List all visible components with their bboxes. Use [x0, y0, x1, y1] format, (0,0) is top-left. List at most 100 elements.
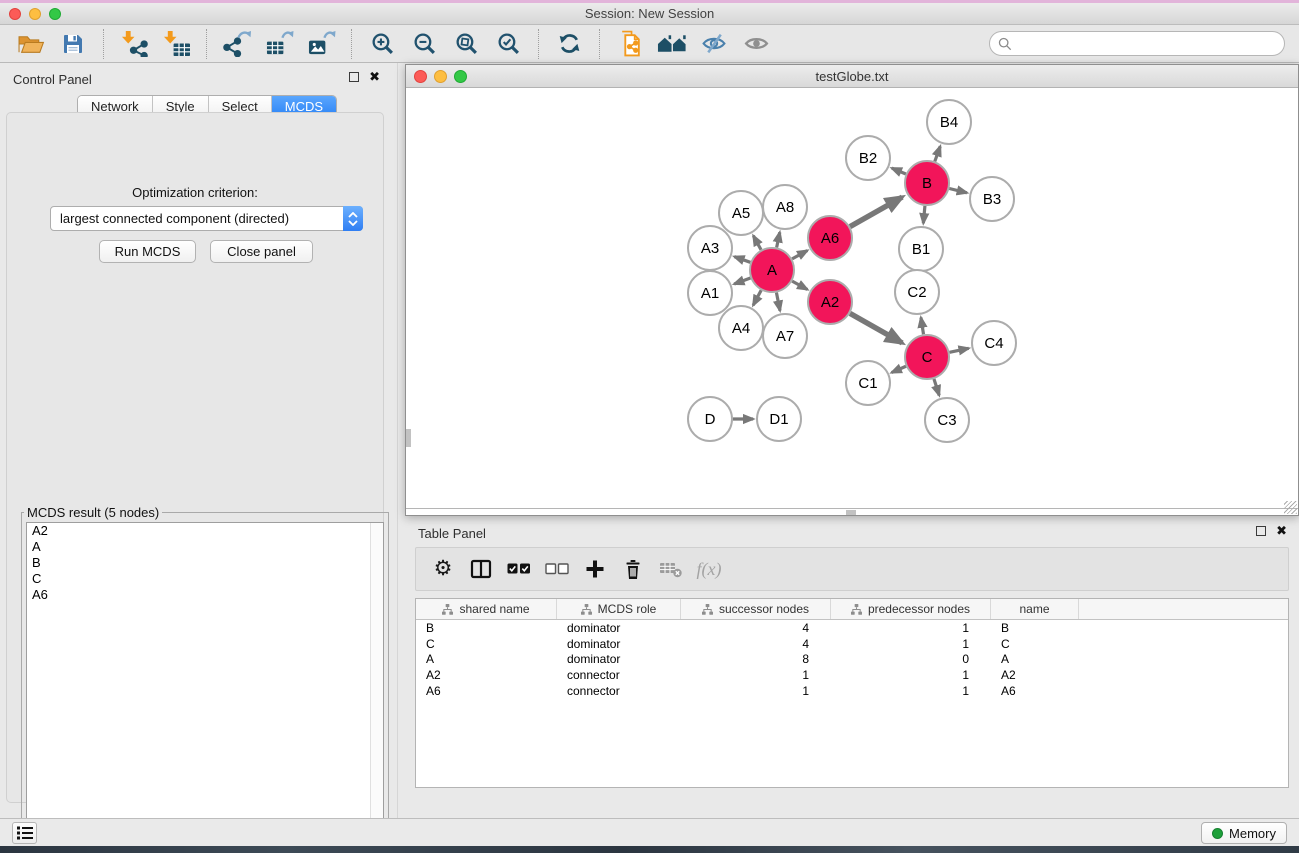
graph-edge-B-B1[interactable] [923, 206, 925, 223]
graph-node-B2[interactable]: B2 [846, 136, 890, 180]
column-header-successor-nodes[interactable]: successor nodes [681, 599, 831, 619]
close-table-panel-icon[interactable]: ✖ [1276, 526, 1287, 536]
open-session-button[interactable] [13, 28, 49, 60]
zoom-fit-button[interactable] [448, 28, 484, 60]
delete-column-button[interactable] [618, 554, 648, 584]
graph-node-C3[interactable]: C3 [925, 398, 969, 442]
mcds-result-item[interactable]: A [27, 539, 383, 555]
network-canvas[interactable]: A A1 A2 A3 A4 A5 A6 A7 A8 B B1 B2 B3 B4 C C1 C2 C3 C4 D D1 [406, 88, 1298, 509]
graph-node-A5[interactable]: A5 [719, 191, 763, 235]
table-row[interactable]: Bdominator41B [416, 620, 1288, 636]
delete-table-button[interactable] [656, 554, 686, 584]
column-header-name[interactable]: name [991, 599, 1079, 619]
graph-node-A[interactable]: A [750, 248, 794, 292]
graph-edge-C-C4[interactable] [950, 348, 969, 352]
table-settings-button[interactable]: ⚙ [428, 554, 458, 584]
table-row[interactable]: Adominator80A [416, 652, 1288, 668]
graph-edge-B-B3[interactable] [949, 188, 967, 192]
zoom-selected-button[interactable] [490, 28, 526, 60]
graph-node-label: C3 [937, 412, 956, 429]
function-builder-button[interactable]: f(x) [694, 554, 724, 584]
export-network-button[interactable] [219, 28, 255, 60]
hide-panels-button[interactable] [696, 28, 732, 60]
refresh-button[interactable] [551, 28, 587, 60]
column-header-predecessor-nodes[interactable]: predecessor nodes [831, 599, 991, 619]
save-session-button[interactable] [55, 28, 91, 60]
graph-node-A2[interactable]: A2 [808, 280, 852, 324]
graph-edge-C-C1[interactable] [892, 366, 906, 372]
export-table-button[interactable] [261, 28, 297, 60]
graph-edge-A-A5[interactable] [753, 236, 761, 250]
left-scroll-grip[interactable] [406, 429, 411, 447]
import-network-button[interactable] [116, 28, 152, 60]
search-input[interactable] [1017, 35, 1284, 52]
mcds-result-item[interactable]: A6 [27, 587, 383, 603]
graph-edge-A-A4[interactable] [753, 290, 761, 305]
graph-edge-A-A1[interactable] [734, 278, 750, 284]
mcds-result-item[interactable]: A2 [27, 523, 383, 539]
graph-edge-B-B4[interactable] [935, 146, 940, 161]
clone-network-button[interactable] [612, 28, 648, 60]
graph-edge-C-C3[interactable] [934, 379, 939, 395]
network-graph[interactable]: A A1 A2 A3 A4 A5 A6 A7 A8 B B1 B2 B3 B4 C C1 C2 C3 C4 D D1 [406, 88, 1298, 509]
graph-node-C4[interactable]: C4 [972, 321, 1016, 365]
graph-node-B1[interactable]: B1 [899, 227, 943, 271]
graph-node-A4[interactable]: A4 [719, 306, 763, 350]
close-panel-button[interactable]: Close panel [210, 240, 313, 263]
graph-edge-C-C2[interactable] [921, 318, 924, 335]
resize-grip-icon[interactable] [1284, 501, 1297, 514]
graph-node-C2[interactable]: C2 [895, 270, 939, 314]
graph-node-A1[interactable]: A1 [688, 271, 732, 315]
graph-node-A6[interactable]: A6 [808, 216, 852, 260]
deselect-all-columns-button[interactable] [542, 554, 572, 584]
toolbar-separator [351, 29, 352, 59]
show-networks-button[interactable] [654, 28, 690, 60]
graph-node-B4[interactable]: B4 [927, 100, 971, 144]
graph-node-A7[interactable]: A7 [763, 314, 807, 358]
table-row[interactable]: Cdominator41C [416, 636, 1288, 652]
graph-edge-B-B2[interactable] [892, 168, 906, 174]
float-table-panel-icon[interactable] [1256, 526, 1266, 536]
graph-node-A8[interactable]: A8 [763, 185, 807, 229]
graph-edge-A2-C[interactable] [850, 313, 902, 343]
graph-edge-A-A2[interactable] [792, 281, 807, 289]
table-cell: A2 [416, 668, 557, 682]
task-history-button[interactable] [12, 822, 37, 844]
graph-edge-A-A3[interactable] [734, 257, 750, 263]
float-panel-icon[interactable] [349, 72, 359, 82]
graph-edge-A-A6[interactable] [792, 250, 807, 258]
panel-splitter[interactable] [397, 63, 398, 818]
graph-edge-A-A7[interactable] [776, 293, 780, 311]
graph-node-B3[interactable]: B3 [970, 177, 1014, 221]
graph-edge-A-A8[interactable] [777, 232, 780, 247]
run-mcds-button[interactable]: Run MCDS [99, 240, 196, 263]
optimization-criterion-select[interactable]: largest connected component (directed) [50, 206, 363, 231]
graph-node-D[interactable]: D [688, 397, 732, 441]
column-layout-button[interactable] [466, 554, 496, 584]
bottom-scroll-grip[interactable] [846, 510, 856, 515]
graph-node-B[interactable]: B [905, 161, 949, 205]
column-header-shared-name[interactable]: shared name [416, 599, 557, 619]
graph-edge-A6-B[interactable] [850, 197, 902, 227]
zoom-out-button[interactable] [406, 28, 442, 60]
graph-node-label: A5 [732, 205, 750, 222]
close-panel-icon[interactable]: ✖ [369, 72, 380, 82]
result-list-scrollbar[interactable] [370, 523, 383, 840]
table-row[interactable]: A2connector11A2 [416, 667, 1288, 683]
export-image-button[interactable] [303, 28, 339, 60]
mcds-result-item[interactable]: B [27, 555, 383, 571]
column-header-MCDS-role[interactable]: MCDS role [557, 599, 681, 619]
graph-node-A3[interactable]: A3 [688, 226, 732, 270]
import-table-button[interactable] [158, 28, 194, 60]
graph-node-C1[interactable]: C1 [846, 361, 890, 405]
app-title: Session: New Session [0, 6, 1299, 21]
graph-node-D1[interactable]: D1 [757, 397, 801, 441]
zoom-in-button[interactable] [364, 28, 400, 60]
memory-button[interactable]: Memory [1201, 822, 1287, 844]
add-column-button[interactable] [580, 554, 610, 584]
show-panels-button[interactable] [738, 28, 774, 60]
mcds-result-item[interactable]: C [27, 571, 383, 587]
table-row[interactable]: A6connector11A6 [416, 683, 1288, 699]
select-all-columns-button[interactable] [504, 554, 534, 584]
graph-node-C[interactable]: C [905, 335, 949, 379]
